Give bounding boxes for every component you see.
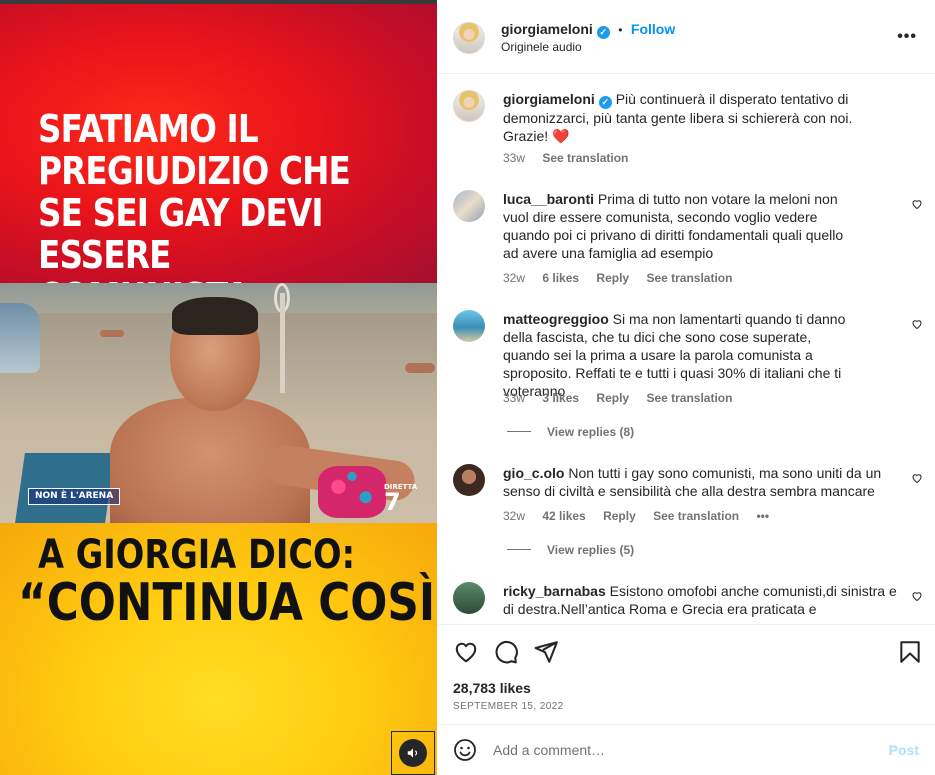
header-user-line: giorgiameloni ✓ • Follow xyxy=(501,21,675,39)
la7-logo-big: 7 xyxy=(384,488,401,516)
caption-time: 33w xyxy=(503,151,526,165)
like-comment-icon[interactable] xyxy=(911,198,923,213)
comment-body: ricky_barnabas Esistono omofobi anche co… xyxy=(503,582,898,618)
post-details-panel: giorgiameloni ✓ • Follow Originele audio … xyxy=(437,0,935,775)
la7-logo: DIRETTA 7 xyxy=(384,483,417,516)
comment-body: luca__baronti Prima di tutto non votare … xyxy=(503,190,853,262)
separator: • xyxy=(618,23,623,37)
top-strip xyxy=(0,0,437,4)
caption-username[interactable]: giorgiameloni xyxy=(503,91,595,107)
comment-meta: 32w 42 likes Reply See translation ••• xyxy=(503,509,783,523)
comment-meta: 32w 6 likes Reply See translation xyxy=(503,271,746,285)
comments-list[interactable]: giorgiameloni ✓ Più continuerà il dispera… xyxy=(437,74,935,624)
avatar[interactable] xyxy=(453,582,485,614)
background-person xyxy=(100,330,124,337)
instagram-post-view: SFATIAMO IL PREGIUDIZIO CHE SE SEI GAY D… xyxy=(0,0,935,775)
comment-username[interactable]: matteogreggioo xyxy=(503,311,609,327)
emoji-icon[interactable] xyxy=(453,738,477,762)
see-translation-link[interactable]: See translation xyxy=(542,151,628,165)
caption-body: giorgiameloni ✓ Più continuerà il dispera… xyxy=(503,90,883,145)
verified-badge-icon: ✓ xyxy=(598,96,612,109)
man-shorts xyxy=(318,466,386,518)
comment-likes[interactable]: 42 likes xyxy=(542,509,585,523)
comment-more-icon[interactable]: ••• xyxy=(756,509,769,523)
pole xyxy=(280,293,285,393)
see-translation-link[interactable]: See translation xyxy=(646,271,732,285)
like-comment-icon[interactable] xyxy=(911,318,923,333)
man-hair xyxy=(172,297,258,335)
reply-button[interactable]: Reply xyxy=(603,509,636,523)
caption-meta: 33w See translation xyxy=(503,151,642,165)
avatar[interactable] xyxy=(453,22,485,54)
comment-body: matteogreggioo Si ma non lamentarti quan… xyxy=(503,310,858,400)
view-replies-label: View replies (8) xyxy=(547,425,635,439)
comment-time: 32w xyxy=(503,271,526,285)
comment-username[interactable]: gio_c.olo xyxy=(503,465,564,481)
media-subtitle-line2: “CONTINUA COSÌ” xyxy=(18,573,437,633)
bookmark-icon[interactable] xyxy=(897,639,923,665)
post-button[interactable]: Post xyxy=(889,742,919,758)
comment-username[interactable]: ricky_barnabas xyxy=(503,583,606,599)
speaker-icon xyxy=(399,739,427,767)
comment-meta: 33w 3 likes Reply See translation xyxy=(503,391,746,405)
likes-count[interactable]: 28,783 likes xyxy=(453,680,531,696)
audio-toggle-button[interactable] xyxy=(391,731,435,775)
view-replies-label: View replies (5) xyxy=(547,543,635,557)
umbrella xyxy=(0,303,40,373)
see-translation-link[interactable]: See translation xyxy=(646,391,732,405)
comment: luca__baronti Prima di tutto non votare … xyxy=(453,190,923,290)
replies-line xyxy=(507,431,531,432)
reply-button[interactable]: Reply xyxy=(596,391,629,405)
non-e-larena-logo: NON È L'ARENA xyxy=(28,488,121,505)
comment: gio_c.olo Non tutti i gay sono comunisti… xyxy=(453,464,923,534)
comment-time: 33w xyxy=(503,391,526,405)
post-header: giorgiameloni ✓ • Follow Originele audio … xyxy=(437,0,935,74)
avatar[interactable] xyxy=(453,90,485,122)
post-date: SEPTEMBER 15, 2022 xyxy=(453,701,564,712)
comment-likes[interactable]: 3 likes xyxy=(542,391,579,405)
share-icon[interactable] xyxy=(533,639,559,665)
add-comment-bar: Add a comment… Post xyxy=(437,724,935,775)
verified-badge-icon: ✓ xyxy=(596,26,610,39)
comment: matteogreggioo Si ma non lamentarti quan… xyxy=(453,310,923,410)
post-media[interactable]: SFATIAMO IL PREGIUDIZIO CHE SE SEI GAY D… xyxy=(0,0,437,775)
view-replies-button[interactable]: View replies (8) xyxy=(507,425,634,439)
comment-input[interactable]: Add a comment… xyxy=(493,742,605,758)
post-actions: 28,783 likes SEPTEMBER 15, 2022 xyxy=(437,624,935,724)
like-comment-icon[interactable] xyxy=(911,472,923,487)
comment-username[interactable]: luca__baronti xyxy=(503,191,594,207)
comment: ricky_barnabas Esistono omofobi anche co… xyxy=(453,582,923,624)
media-subtitle-area: A GIORGIA DICO: “CONTINUA COSÌ” xyxy=(0,523,437,775)
more-options-icon[interactable]: ••• xyxy=(897,28,917,46)
caption: giorgiameloni ✓ Più continuerà il dispera… xyxy=(453,90,923,170)
comment-likes[interactable]: 6 likes xyxy=(542,271,579,285)
follow-button[interactable]: Follow xyxy=(631,21,675,37)
audio-label[interactable]: Originele audio xyxy=(501,40,582,54)
like-comment-icon[interactable] xyxy=(911,590,923,605)
comment-body: gio_c.olo Non tutti i gay sono comunisti… xyxy=(503,464,898,500)
heart-icon[interactable] xyxy=(453,639,479,665)
avatar[interactable] xyxy=(453,310,485,342)
header-username[interactable]: giorgiameloni xyxy=(501,21,593,37)
media-photo: NON È L'ARENA DIRETTA 7 xyxy=(0,283,437,523)
background-person xyxy=(405,363,435,373)
reply-button[interactable]: Reply xyxy=(596,271,629,285)
comment-icon[interactable] xyxy=(493,639,519,665)
see-translation-link[interactable]: See translation xyxy=(653,509,739,523)
comment-time: 32w xyxy=(503,509,526,523)
media-headline-area: SFATIAMO IL PREGIUDIZIO CHE SE SEI GAY D… xyxy=(0,0,437,318)
replies-line xyxy=(507,549,531,550)
media-subtitle-line1: A GIORGIA DICO: xyxy=(38,532,356,578)
avatar[interactable] xyxy=(453,464,485,496)
avatar[interactable] xyxy=(453,190,485,222)
view-replies-button[interactable]: View replies (5) xyxy=(507,543,634,557)
